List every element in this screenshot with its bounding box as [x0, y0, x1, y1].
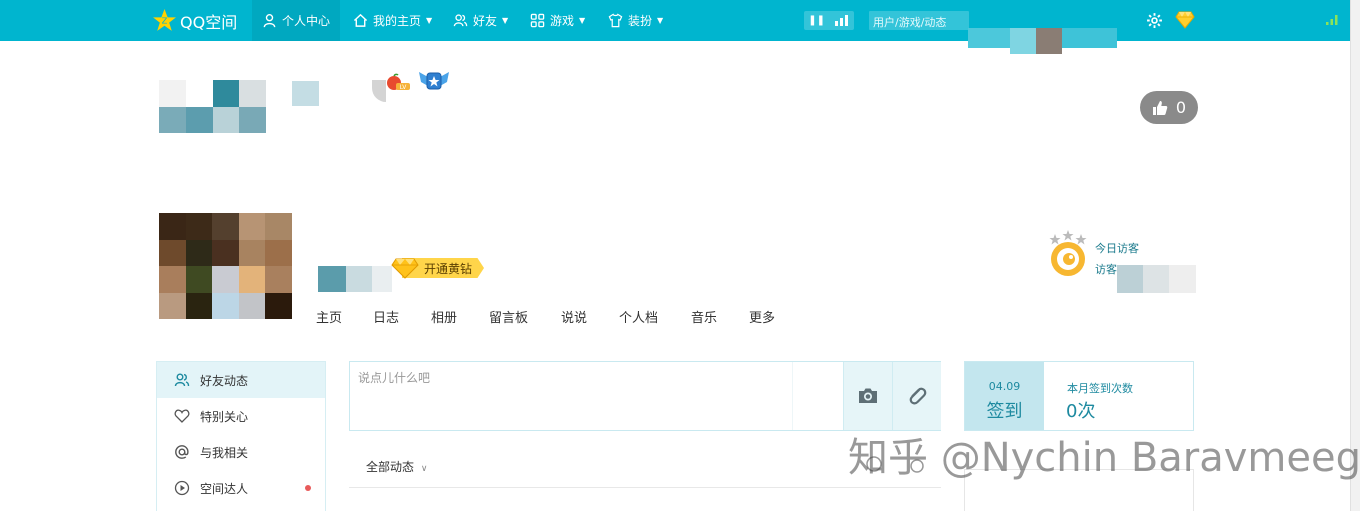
- sidebar-item-space-expert[interactable]: 空间达人: [157, 470, 325, 506]
- monthly-signin-label: 本月签到次数: [1067, 382, 1133, 395]
- tab-home[interactable]: 主页: [316, 307, 373, 326]
- top-nav-bar: Z QQ空间 个人中心 我的主页 ▼ 好友 ▼ 游戏 ▼ 装扮 ▼ ❚❚ 用户/…: [0, 0, 1350, 54]
- today-visitors-label[interactable]: 今日访客: [1095, 240, 1139, 256]
- yellow-diamond-icon[interactable]: [1175, 11, 1195, 29]
- signin-widget: 04.09 签到 本月签到次数 0次: [964, 361, 1194, 431]
- blurred-region: [1169, 265, 1196, 293]
- chevron-down-icon: ▼: [657, 16, 664, 25]
- nav-label: 我的主页: [373, 14, 422, 28]
- blurred-region: [1117, 265, 1143, 293]
- friends-icon: [174, 373, 190, 387]
- sidebar-item-mentions[interactable]: 与我相关: [157, 434, 325, 470]
- photo-button[interactable]: [843, 362, 892, 430]
- nav-friends[interactable]: 好友 ▼: [453, 0, 508, 41]
- divider: [792, 362, 793, 430]
- signal-icon: [1326, 15, 1338, 25]
- shirt-icon: [608, 13, 623, 28]
- player-controls[interactable]: ❚❚: [804, 11, 854, 30]
- chevron-down-icon: ▼: [502, 16, 509, 25]
- blurred-region: [346, 266, 372, 292]
- blurred-region: [1143, 238, 1159, 252]
- friends-icon: [453, 14, 468, 27]
- signin-label: 签到: [986, 401, 1023, 422]
- nav-label: 个人中心: [282, 14, 331, 28]
- notification-dot: [305, 485, 311, 491]
- blurred-region: [292, 81, 319, 106]
- qzone-logo[interactable]: Z QQ空间: [152, 8, 237, 33]
- monthly-signin-count: 0次: [1066, 401, 1096, 422]
- at-icon: [175, 445, 189, 459]
- grid-icon: [530, 13, 545, 28]
- tab-shuoshuo[interactable]: 说说: [561, 307, 619, 326]
- sidebar-item-label: 与我相关: [200, 445, 249, 460]
- feed-filter-dropdown[interactable]: 全部动态 ∨: [366, 458, 427, 475]
- blurred-region: [318, 266, 346, 292]
- tab-blog[interactable]: 日志: [373, 307, 431, 326]
- tab-music[interactable]: 音乐: [691, 307, 749, 326]
- nav-label: 装扮: [628, 14, 653, 28]
- blurred-username: [159, 80, 266, 133]
- sidebar-item-friend-feed[interactable]: 好友动态: [157, 362, 325, 398]
- avatar[interactable]: [159, 213, 292, 319]
- camera-icon: [859, 388, 877, 403]
- visitor-eye-icon[interactable]: [1048, 229, 1088, 279]
- apple-level-icon: LV: [387, 73, 410, 91]
- thumbs-up-icon: [1152, 100, 1168, 115]
- like-button[interactable]: 0: [1140, 91, 1198, 124]
- nav-personal-center[interactable]: 个人中心: [252, 0, 341, 41]
- tab-more[interactable]: 更多: [749, 307, 789, 326]
- blurred-region: [372, 266, 392, 292]
- divider: [349, 487, 941, 488]
- watermark: 知乎 @Nychin Baravmeeg: [848, 435, 1360, 481]
- chevron-down-icon: ▼: [426, 16, 433, 25]
- sidebar-item-special-care[interactable]: 特别关心: [157, 398, 325, 434]
- total-visitors-label[interactable]: 访客: [1095, 261, 1117, 277]
- attach-link-button[interactable]: [892, 362, 941, 430]
- signin-date: 04.09: [988, 380, 1021, 393]
- left-sidebar: 好友动态 特别关心 与我相关 空间达人: [156, 361, 326, 511]
- logo-text: QQ空间: [180, 12, 238, 32]
- nav-games[interactable]: 游戏 ▼: [530, 0, 585, 41]
- chevron-down-icon: ∨: [420, 464, 428, 474]
- composer-placeholder[interactable]: 说点儿什么吧: [358, 369, 430, 386]
- svg-text:Z: Z: [162, 16, 168, 26]
- tab-profile[interactable]: 个人档: [619, 307, 691, 326]
- sidebar-item-label: 特别关心: [200, 409, 249, 424]
- post-composer[interactable]: 说点儿什么吧: [349, 361, 941, 431]
- yellow-diamond-icon: [391, 258, 419, 279]
- chevron-down-icon: ▼: [579, 16, 586, 25]
- sidebar-item-label: 好友动态: [200, 373, 249, 388]
- tab-guestbook[interactable]: 留言板: [489, 307, 561, 326]
- play-icon: [174, 480, 190, 496]
- profile-tabs: 主页 日志 相册 留言板 说说 个人档 音乐 更多: [316, 307, 789, 326]
- tab-album[interactable]: 相册: [431, 307, 489, 326]
- paperclip-icon: [909, 387, 927, 405]
- blurred-region: [1036, 28, 1062, 54]
- svg-text:LV: LV: [400, 84, 408, 91]
- nav-dress-up[interactable]: 装扮 ▼: [608, 0, 663, 41]
- signin-button[interactable]: 04.09 签到: [965, 362, 1044, 430]
- blurred-region: [968, 28, 1010, 48]
- button-label: 开通黄钻: [424, 262, 473, 276]
- home-icon: [353, 13, 368, 27]
- sidebar-item-label: 空间达人: [200, 481, 249, 496]
- pause-icon[interactable]: ❚❚: [808, 15, 825, 26]
- blurred-region: [1010, 28, 1036, 54]
- heart-icon: [174, 409, 190, 423]
- nav-label: 游戏: [550, 14, 575, 28]
- equalizer-icon[interactable]: [834, 15, 850, 26]
- feed-filter-label: 全部动态: [366, 460, 415, 474]
- like-count: 0: [1175, 98, 1187, 117]
- search-input[interactable]: 用户/游戏/动态: [869, 11, 969, 30]
- winged-star-badge-icon: [419, 72, 449, 90]
- nav-label: 好友: [473, 14, 498, 28]
- nav-my-home[interactable]: 我的主页 ▼: [353, 0, 432, 41]
- blurred-region: [1143, 265, 1169, 293]
- open-yellow-diamond-button[interactable]: 开通黄钻: [390, 256, 488, 280]
- blurred-region: [1062, 28, 1117, 48]
- gear-icon[interactable]: [1146, 12, 1163, 29]
- person-icon: [263, 13, 276, 28]
- qzone-star-icon: Z: [153, 9, 176, 31]
